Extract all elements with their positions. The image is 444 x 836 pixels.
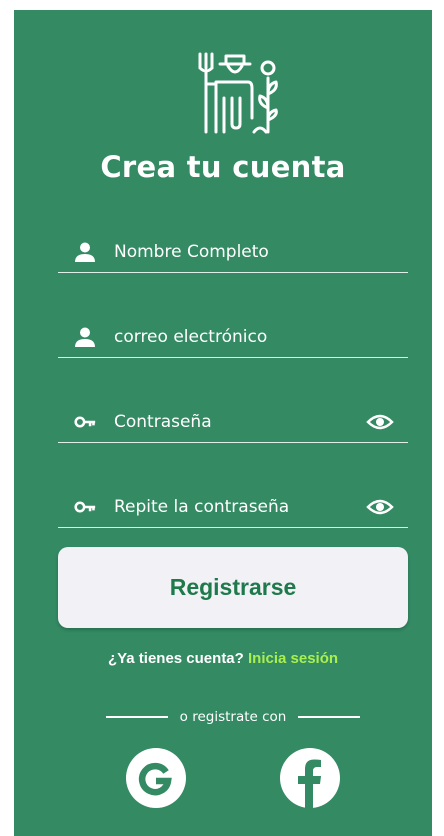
person-icon xyxy=(75,242,95,262)
password-field[interactable]: Contraseña xyxy=(58,402,408,443)
repeat-password-field[interactable]: Repite la contraseña xyxy=(58,487,408,528)
facebook-signup-button[interactable] xyxy=(280,748,340,808)
full-name-placeholder: Nombre Completo xyxy=(114,242,269,262)
email-placeholder: correo electrónico xyxy=(114,327,268,347)
register-button[interactable]: Registrarse xyxy=(58,547,408,628)
eye-icon[interactable] xyxy=(366,496,394,518)
eye-icon[interactable] xyxy=(366,411,394,433)
login-prompt: ¿Ya tienes cuenta? Inicia sesión xyxy=(14,650,432,667)
facebook-icon xyxy=(298,759,321,808)
repeat-password-placeholder: Repite la contraseña xyxy=(114,497,290,517)
google-signup-button[interactable] xyxy=(126,748,186,808)
divider-line-right xyxy=(298,716,360,718)
divider-line-left xyxy=(106,716,168,718)
key-icon xyxy=(74,501,96,513)
login-question: ¿Ya tienes cuenta? xyxy=(107,650,244,667)
email-field[interactable]: correo electrónico xyxy=(58,317,408,358)
key-icon xyxy=(74,416,96,428)
farmer-logo-icon xyxy=(198,52,278,134)
person-icon xyxy=(75,327,95,347)
page-title: Crea tu cuenta xyxy=(100,150,346,184)
password-placeholder: Contraseña xyxy=(114,412,212,432)
login-link[interactable]: Inicia sesión xyxy=(248,650,338,667)
social-divider: o registrate con xyxy=(106,708,360,726)
register-screen: Crea tu cuenta Nombre Completo correo el… xyxy=(14,10,432,836)
full-name-field[interactable]: Nombre Completo xyxy=(58,232,408,273)
divider-label: o registrate con xyxy=(179,709,287,725)
google-icon xyxy=(138,762,172,796)
